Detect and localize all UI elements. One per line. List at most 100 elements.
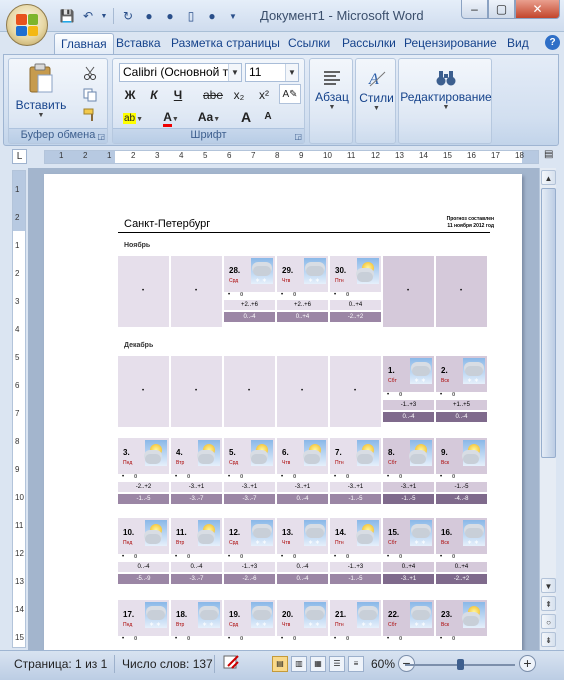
calendar-day-cell[interactable]: 8. Сбт • ¤ -3..+1 -1..-5	[383, 438, 434, 509]
styles-button[interactable]: A Стили ▼	[356, 67, 397, 112]
redo-icon[interactable]: ↻	[119, 7, 137, 25]
select-browse-object-button[interactable]: ○	[541, 614, 556, 629]
bold-button[interactable]: Ж	[119, 85, 141, 105]
font-launcher-icon[interactable]: ◲	[294, 132, 302, 141]
vertical-scrollbar[interactable]: ▲ ▼ ⇞ ○ ⇟	[539, 168, 556, 650]
calendar-day-cell[interactable]: 7. Птн • ¤ -3..+1 -1..-5	[330, 438, 381, 509]
zoom-in-button[interactable]: +	[519, 655, 536, 672]
tab-page-layout[interactable]: Разметка страницы	[165, 33, 286, 54]
calendar-day-cell[interactable]: 9. Вск • ¤ -1..-5 -4..-8	[436, 438, 487, 509]
scroll-down-button[interactable]: ▼	[541, 578, 556, 593]
highlight-button[interactable]: ab▼	[119, 107, 147, 127]
superscript-button[interactable]: x²	[253, 85, 275, 105]
font-color-button[interactable]: A▼	[157, 107, 185, 127]
change-case-button[interactable]: Aa▼	[193, 107, 225, 127]
day-number: 28.	[229, 266, 241, 275]
calendar-day-cell[interactable]: 18. Втр ∗ ∗ • ¤	[171, 600, 222, 650]
paste-dropdown-icon[interactable]: ▼	[15, 112, 67, 119]
print-layout-view-button[interactable]: ▤	[272, 656, 288, 672]
close-button[interactable]: ✕	[515, 0, 560, 19]
customize-qat-icon[interactable]: ▼	[224, 7, 242, 25]
help-icon[interactable]: ?	[545, 35, 560, 50]
font-size-combo[interactable]: 11 ▼	[245, 63, 299, 82]
full-screen-reading-button[interactable]: ▥	[291, 656, 307, 672]
word-count[interactable]: Число слов: 137	[122, 657, 213, 671]
chevron-down-icon[interactable]: ▼	[285, 64, 298, 81]
undo-icon[interactable]: ↶	[79, 7, 97, 25]
new-document-icon[interactable]: ▯	[182, 7, 200, 25]
circle-icon-3[interactable]: ●	[203, 7, 221, 25]
calendar-day-cell[interactable]: 22. Сбт ∗ ∗ • ¤	[383, 600, 434, 650]
outline-view-button[interactable]: ☰	[329, 656, 345, 672]
calendar-day-cell[interactable]: 5. Срд • ¤ -3..+1 -3..-7	[224, 438, 275, 509]
circle-icon-2[interactable]: ●	[161, 7, 179, 25]
zoom-slider[interactable]	[405, 659, 515, 670]
calendar-day-cell[interactable]: 14. Птн • ¤ -1..+3 -1..-5	[330, 518, 381, 589]
calendar-day-cell[interactable]: 11. Втр • ¤ 0..-4 -3..-7	[171, 518, 222, 589]
format-painter-icon[interactable]	[81, 107, 99, 123]
subscript-button[interactable]: x₂	[228, 85, 250, 105]
zoom-slider-thumb[interactable]	[457, 659, 464, 670]
day-number: 5.	[229, 448, 236, 457]
calendar-day-cell[interactable]: 15. Сбт ∗ ∗ • ¤ 0..+4 -3..+1	[383, 518, 434, 589]
tab-references[interactable]: Ссылки	[282, 33, 336, 54]
document-page[interactable]: Санкт-Петербург Прогноз составлен 11 ноя…	[44, 174, 522, 650]
maximize-button[interactable]: ▢	[488, 0, 515, 19]
editing-button[interactable]: Редактирование ▼	[399, 67, 493, 111]
calendar-day-cell[interactable]: 6. Чтв • ¤ -3..+1 0..-4	[277, 438, 328, 509]
italic-button[interactable]: К	[143, 85, 165, 105]
calendar-day-cell[interactable]: 21. Птн ∗ ∗ • ¤	[330, 600, 381, 650]
copy-icon[interactable]	[81, 87, 99, 103]
tab-view[interactable]: Вид	[501, 33, 535, 54]
calendar-day-cell[interactable]: 4. Втр • ¤ -3..+1 -3..-7	[171, 438, 222, 509]
zoom-level[interactable]: 60%	[371, 657, 395, 671]
tab-selector-button[interactable]: L	[12, 149, 27, 164]
tab-mailings[interactable]: Рассылки	[336, 33, 402, 54]
paragraph-button[interactable]: Абзац ▼	[310, 67, 354, 111]
shrink-font-button[interactable]: A	[257, 107, 279, 127]
previous-page-button[interactable]: ⇞	[541, 596, 556, 611]
scroll-thumb[interactable]	[541, 188, 556, 458]
page-indicator[interactable]: Страница: 1 из 1	[14, 657, 107, 671]
calendar-day-cell[interactable]: 17. Пнд ∗ ∗ • ¤	[118, 600, 169, 650]
font-name-combo[interactable]: Calibri (Основной те ▼	[119, 63, 242, 82]
calendar-day-cell[interactable]: 13. Чтв ∗ ∗ • ¤ 0..-4 0..-4	[277, 518, 328, 589]
minimize-button[interactable]: –	[461, 0, 488, 19]
web-layout-button[interactable]: ▦	[310, 656, 326, 672]
vertical-ruler[interactable]: 1212345678910111213141516	[12, 170, 26, 670]
calendar-day-cell[interactable]: 29. Чтв ∗ ∗ • ¤ +2..+6 0..+4	[277, 256, 328, 327]
proofing-icon[interactable]	[222, 654, 242, 675]
underline-button[interactable]: Ч	[167, 85, 189, 105]
tab-review[interactable]: Рецензирование	[398, 33, 503, 54]
calendar-day-cell[interactable]: 20. Чтв ∗ ∗ • ¤	[277, 600, 328, 650]
clear-formatting-icon[interactable]: A✎	[279, 84, 301, 104]
document-area[interactable]: Санкт-Петербург Прогноз составлен 11 ноя…	[28, 168, 539, 650]
calendar-day-cell[interactable]: 23. Вск • ¤	[436, 600, 487, 650]
chevron-down-icon[interactable]: ▼	[228, 64, 241, 81]
calendar-day-cell[interactable]: 1. Сбт ∗ ∗ • ¤ -1..+3 0..-4	[383, 356, 434, 427]
clipboard-launcher-icon[interactable]: ◲	[97, 132, 105, 141]
tab-insert[interactable]: Вставка	[110, 33, 167, 54]
calendar-day-cell[interactable]: 28. Срд ∗ ∗ • ¤ +2..+6 0..-4	[224, 256, 275, 327]
next-page-button[interactable]: ⇟	[541, 632, 556, 647]
strikethrough-button[interactable]: abe	[199, 85, 227, 105]
draft-view-button[interactable]: ≡	[348, 656, 364, 672]
calendar-day-cell[interactable]: 19. Срд ∗ ∗ • ¤	[224, 600, 275, 650]
grow-font-button[interactable]: A	[235, 107, 257, 127]
horizontal-ruler[interactable]: 1 2 1 2 3 4 5 6 7 8 9 10 11 12 13 14 15 16 17 18	[44, 150, 539, 164]
circle-icon[interactable]: ●	[140, 7, 158, 25]
office-button[interactable]	[6, 4, 48, 46]
cut-icon[interactable]	[81, 65, 99, 81]
calendar-day-cell[interactable]: 2. Вск ∗ ∗ • ¤ +1..+5 0..-4	[436, 356, 487, 427]
save-icon[interactable]: 💾	[58, 7, 76, 25]
view-ruler-icon[interactable]: ▤	[544, 149, 558, 163]
paste-button[interactable]: Вставить ▼	[15, 63, 67, 119]
calendar-day-cell[interactable]: 12. Срд ∗ ∗ • ¤ -1..+3 -2..-6	[224, 518, 275, 589]
calendar-day-cell[interactable]: 3. Пнд • ¤ -2..+2 -1..-5	[118, 438, 169, 509]
tab-home[interactable]: Главная	[54, 33, 114, 54]
calendar-day-cell[interactable]: 16. Вск ∗ ∗ • ¤ 0..+4 -2..+2	[436, 518, 487, 589]
undo-dropdown-icon[interactable]: ▼	[100, 7, 108, 25]
scroll-up-button[interactable]: ▲	[541, 170, 556, 185]
calendar-day-cell[interactable]: 30. Птн • ¤ 0..+4 -2..+2	[330, 256, 381, 327]
calendar-day-cell[interactable]: 10. Пнд • ¤ 0..-4 -5..-9	[118, 518, 169, 589]
